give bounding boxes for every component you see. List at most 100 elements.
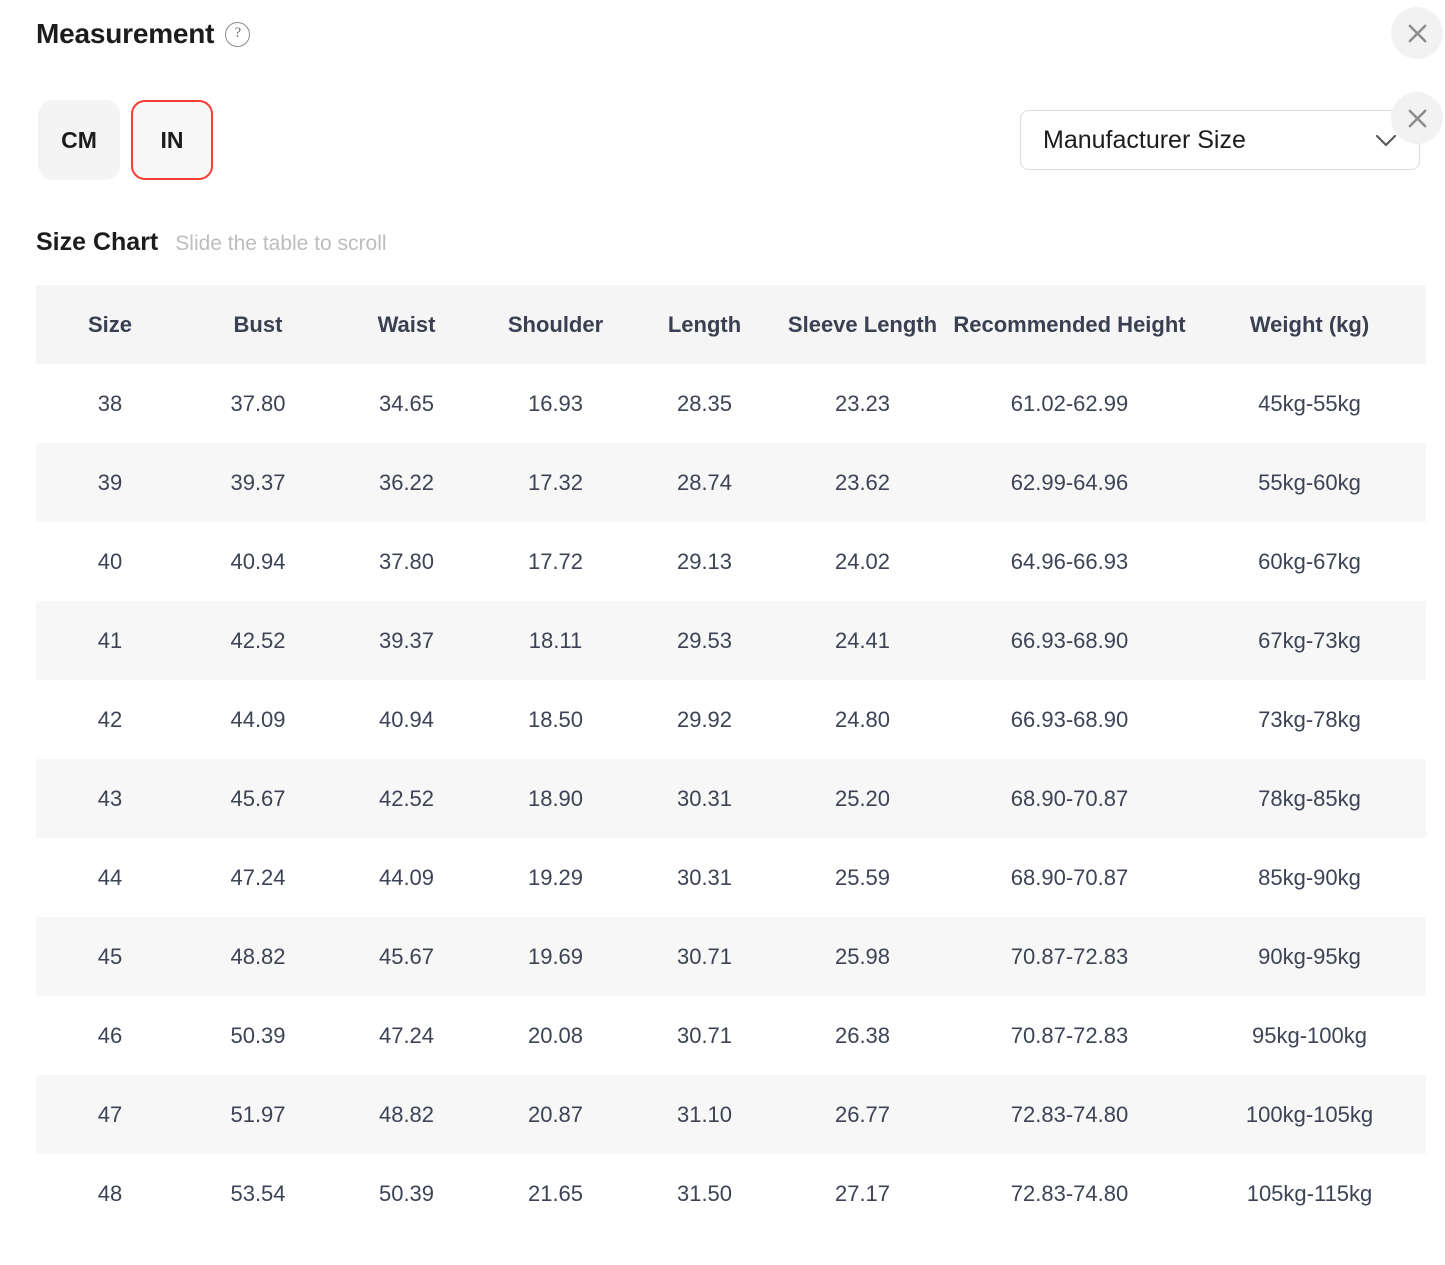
table-cell: 37.80 [378,548,435,574]
size-chart-scroll-container[interactable]: Size Bust Waist Shoulder Length Sleeve Length… [36,285,1426,1233]
table-cell: 20.08 [527,1022,584,1048]
table-row: 39 39.37 36.22 17.32 28.74 23.62 62.99-64.96 55… [36,443,1426,522]
size-chart-heading: Size Chart Slide the table to scroll [36,228,387,257]
table-cell: 50.39 [230,1022,286,1048]
column-header-shoulder: Shoulder [507,311,604,337]
table-cell: 64.96-66.93 [1010,548,1129,574]
measurement-panel: Measurement ? CM IN Manufacturer Size Si… [0,0,1445,1265]
cell-size: 38 [97,390,123,416]
table-cell: 50.39 [378,1180,435,1206]
table-cell: 100kg-105kg [1245,1101,1374,1127]
table-cell: 23.62 [834,469,891,495]
table-cell: 25.20 [834,785,891,811]
cell-size: 43 [97,785,123,811]
column-header-recommended-height: Recommended Height [953,311,1186,337]
table-cell: 18.50 [527,706,584,732]
table-cell: 78kg-85kg [1258,785,1361,811]
table-cell: 20.87 [527,1101,584,1127]
table-cell: 24.41 [834,627,891,653]
cell-size: 41 [97,627,123,653]
table-cell: 67kg-73kg [1258,627,1361,653]
cell-size: 39 [97,469,123,495]
table-body: 38 37.80 34.65 16.93 28.35 23.23 61.02-62.99 45… [36,364,1426,1233]
table-row: 41 42.52 39.37 18.11 29.53 24.41 66.93-68.90 67… [36,601,1426,680]
table-row: 42 44.09 40.94 18.50 29.92 24.80 66.93-68.90 73… [36,680,1426,759]
table-cell: 25.98 [834,943,891,969]
table-cell: 26.38 [834,1022,891,1048]
table-cell: 30.31 [676,864,733,890]
table-cell: 68.90-70.87 [1010,864,1129,890]
table-cell: 27.17 [834,1180,891,1206]
table-cell: 42.52 [378,785,435,811]
table-cell: 66.93-68.90 [1010,706,1129,732]
table-cell: 26.77 [834,1101,891,1127]
table-cell: 45.67 [230,785,286,811]
table-cell: 40.94 [378,706,435,732]
table-cell: 95kg-100kg [1252,1022,1367,1048]
table-row: 40 40.94 37.80 17.72 29.13 24.02 64.96-66.93 60… [36,522,1426,601]
table-cell: 39.37 [230,469,286,495]
table-row: 47 51.97 48.82 20.87 31.10 26.77 72.83-74.80 10… [36,1075,1426,1154]
table-cell: 31.10 [676,1101,733,1127]
table-cell: 60kg-67kg [1258,548,1361,574]
table-cell: 45.67 [378,943,435,969]
table-cell: 39.37 [378,627,435,653]
unit-button-cm[interactable]: CM [38,100,120,180]
table-cell: 17.32 [527,469,584,495]
size-system-dropdown[interactable]: Manufacturer Size [1020,110,1420,170]
column-header-size: Size [87,311,133,337]
table-cell: 19.69 [527,943,584,969]
close-button-secondary[interactable] [1391,92,1443,144]
cell-size: 42 [97,706,123,732]
table-cell: 19.29 [527,864,584,890]
table-cell: 30.71 [676,1022,733,1048]
chevron-down-icon [1375,134,1397,146]
table-cell: 36.22 [378,469,435,495]
size-system-value: Manufacturer Size [1043,125,1246,154]
table-cell: 34.65 [378,390,435,416]
table-cell: 48.82 [230,943,286,969]
table-cell: 29.13 [676,548,733,574]
table-cell: 23.23 [834,390,891,416]
close-button-primary[interactable] [1391,7,1443,59]
close-icon [1408,24,1426,42]
column-header-waist: Waist [377,311,436,337]
table-cell: 55kg-60kg [1258,469,1361,495]
table-cell: 44.09 [378,864,435,890]
table-cell: 85kg-90kg [1258,864,1361,890]
unit-button-in[interactable]: IN [131,100,213,180]
cell-size: 48 [97,1180,123,1206]
table-cell: 44.09 [230,706,286,732]
table-cell: 31.50 [676,1180,733,1206]
table-cell: 61.02-62.99 [1010,390,1129,416]
table-cell: 30.71 [676,943,733,969]
table-cell: 90kg-95kg [1258,943,1361,969]
cell-size: 40 [97,548,123,574]
close-icon [1408,109,1426,127]
table-cell: 47.24 [230,864,286,890]
table-row: 44 47.24 44.09 19.29 30.31 25.59 68.90-70.87 85… [36,838,1426,917]
table-cell: 29.92 [676,706,733,732]
table-row: 43 45.67 42.52 18.90 30.31 25.20 68.90-70.87 78… [36,759,1426,838]
table-cell: 42.52 [230,627,286,653]
table-cell: 68.90-70.87 [1010,785,1129,811]
table-row: 45 48.82 45.67 19.69 30.71 25.98 70.87-72.83 90… [36,917,1426,996]
table-cell: 105kg-115kg [1246,1180,1373,1206]
cell-size: 44 [97,864,123,890]
table-row: 48 53.54 50.39 21.65 31.50 27.17 72.83-74.80 10… [36,1154,1426,1233]
table-cell: 29.53 [676,627,733,653]
size-chart-scroll-hint: Slide the table to scroll [175,232,387,255]
cell-size: 46 [97,1022,123,1048]
column-header-bust: Bust [233,311,283,337]
measurement-header: Measurement ? [36,18,251,50]
table-cell: 30.31 [676,785,733,811]
page-title: Measurement [36,18,215,49]
unit-toggle-group: CM IN [38,100,213,180]
question-circle-icon[interactable]: ? [225,21,251,47]
table-cell: 47.24 [378,1022,435,1048]
table-cell: 18.90 [527,785,584,811]
size-chart-table: Size Bust Waist Shoulder Length Sleeve Length… [36,285,1426,1233]
table-cell: 25.59 [834,864,891,890]
table-cell: 18.11 [528,627,583,653]
table-cell: 37.80 [230,390,286,416]
